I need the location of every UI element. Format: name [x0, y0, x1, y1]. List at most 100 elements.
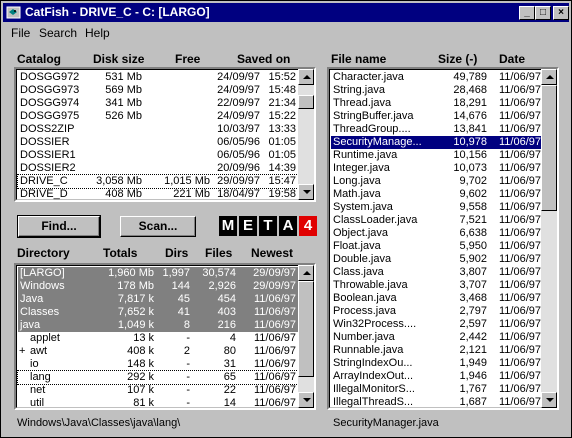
directory-tree[interactable]: util 81 k -14 11/06/97 net 107 k -22 11/06/97 la…	[14, 263, 316, 410]
directory-files: 403	[217, 306, 236, 318]
file-row[interactable]: Runnable.java 2,121 11/06/97	[331, 344, 543, 357]
catalog-row[interactable]: DRIVE_C 3,058 Mb 1,015 Mb 29/09/97 15:47	[17, 174, 301, 189]
directory-row[interactable]: Windows 178 Mb 144 2,926 29/09/97	[18, 280, 300, 293]
file-row[interactable]: Class.java 3,807 11/06/97	[331, 266, 543, 279]
directory-row[interactable]: lang 292 k - 65 11/06/97	[17, 370, 301, 385]
directory-row[interactable]: java 1,049 k 8 216 11/06/97	[18, 319, 300, 332]
file-row[interactable]: IllegalMonitorS... 1,767 11/06/97	[331, 383, 543, 396]
disk-size-header[interactable]: Disk size	[93, 52, 144, 66]
expand-icon[interactable]: +	[19, 345, 25, 358]
catalog-date: 29/09/97	[217, 175, 260, 187]
file-date: 11/06/97	[498, 175, 541, 187]
directory-row[interactable]: Classes 7,652 k 41 403 11/06/97	[18, 306, 300, 319]
directory-header[interactable]: Directory	[17, 246, 70, 260]
file-name: Runtime.java	[333, 149, 398, 161]
file-row[interactable]: Thread.java 18,291 11/06/97	[331, 97, 543, 110]
directory-dirs: 45	[177, 293, 190, 305]
file-row[interactable]: IllegalThreadS... 1,687 11/06/97	[331, 396, 543, 408]
saved-on-header[interactable]: Saved on	[237, 52, 290, 66]
close-button[interactable]: ×	[553, 6, 569, 20]
catalog-time: 21:34	[268, 97, 296, 109]
file-row[interactable]: Number.java 2,442 11/06/97	[331, 331, 543, 344]
file-row[interactable]: ClassLoader.java 7,521 11/06/97	[331, 214, 543, 227]
file-row[interactable]: System.java 9,558 11/06/97	[331, 201, 543, 214]
file-row[interactable]: SecurityManage... 10,978 11/06/97	[330, 135, 544, 150]
date-header[interactable]: Date	[499, 52, 525, 66]
file-row[interactable]: Object.java 6,638 11/06/97	[331, 227, 543, 240]
directory-row[interactable]: Java 7,817 k 45 454 11/06/97	[18, 293, 300, 306]
directory-row[interactable]: + awt 408 k 2 80 11/06/97	[18, 345, 300, 358]
scroll-down-button[interactable]	[541, 392, 557, 408]
scroll-up-button[interactable]	[298, 265, 314, 281]
file-row[interactable]: Float.java 5,950 11/06/97	[331, 240, 543, 253]
maximize-button[interactable]: □	[535, 6, 551, 20]
catalog-name: DOSSIER1	[20, 149, 76, 161]
file-name-header[interactable]: File name	[331, 52, 386, 66]
scroll-thumb[interactable]	[298, 95, 314, 109]
catalog-row[interactable]: DRIVE_D 408 Mb 221 Mb 18/04/97 19:58	[18, 188, 300, 200]
catalog-name: DOSGG975	[20, 110, 80, 122]
file-date: 11/06/97	[498, 162, 541, 174]
size-header[interactable]: Size (-)	[438, 52, 477, 66]
file-name: StringIndexOu...	[333, 357, 413, 369]
file-row[interactable]: ArrayIndexOut... 1,946 11/06/97	[331, 370, 543, 383]
file-row[interactable]: Throwable.java 3,707 11/06/97	[331, 279, 543, 292]
newest-header[interactable]: Newest	[251, 246, 293, 260]
totals-header[interactable]: Totals	[103, 246, 137, 260]
directory-row[interactable]: net 107 k - 22 11/06/97	[18, 384, 300, 397]
catalog-list[interactable]: DRIVE_D 408 Mb 221 Mb 18/04/97 19:58 DRIVE_C 3…	[14, 67, 316, 202]
find-button[interactable]: Find...	[17, 215, 101, 238]
directory-row[interactable]: io 148 k - 31 11/06/97	[18, 358, 300, 371]
file-row[interactable]: ThreadGroup.... 13,841 11/06/97	[331, 123, 543, 136]
file-row[interactable]: Runtime.java 10,156 11/06/97	[331, 149, 543, 162]
scroll-thumb[interactable]	[541, 85, 557, 211]
file-row[interactable]: Double.java 5,902 11/06/97	[331, 253, 543, 266]
file-row[interactable]: Win32Process.... 2,597 11/06/97	[331, 318, 543, 331]
directory-files: 14	[223, 397, 236, 409]
file-scrollbar[interactable]	[541, 69, 557, 408]
free-header[interactable]: Free	[175, 52, 200, 66]
catalog-row[interactable]: DOSSIER1 06/05/96 01:05	[18, 149, 300, 162]
scroll-thumb[interactable]	[298, 281, 314, 377]
scroll-up-button[interactable]	[298, 69, 314, 85]
file-row[interactable]: Boolean.java 3,468 11/06/97	[331, 292, 543, 305]
catalog-row[interactable]: DOSS2ZIP 10/03/97 13:33	[18, 123, 300, 136]
directory-row[interactable]: util 81 k - 14 11/06/97	[18, 397, 300, 409]
menu-help[interactable]: Help	[85, 26, 110, 40]
file-row[interactable]: StringBuffer.java 14,676 11/06/97	[331, 110, 543, 123]
file-row[interactable]: Integer.java 10,073 11/06/97	[331, 162, 543, 175]
directory-scrollbar[interactable]	[298, 265, 314, 408]
file-name: System.java	[333, 201, 393, 213]
catalog-row[interactable]: DOSSIER2 20/09/96 14:39	[18, 162, 300, 175]
scroll-up-button[interactable]	[541, 69, 557, 85]
files-header[interactable]: Files	[205, 246, 232, 260]
scroll-down-button[interactable]	[298, 184, 314, 200]
file-date: 11/06/97	[498, 97, 541, 109]
file-row[interactable]: Long.java 9,702 11/06/97	[331, 175, 543, 188]
scroll-down-button[interactable]	[298, 392, 314, 408]
directory-row[interactable]: applet 13 k - 4 11/06/97	[18, 332, 300, 345]
minimize-button[interactable]: _	[519, 6, 535, 20]
file-row[interactable]: String.java 28,468 11/06/97	[331, 84, 543, 97]
catalog-row[interactable]: DOSGG974 341 Mb 22/09/97 21:34	[18, 97, 300, 110]
file-row[interactable]: Math.java 9,602 11/06/97	[331, 188, 543, 201]
menu-search[interactable]: Search	[39, 26, 77, 40]
directory-totals: 107 k	[127, 384, 154, 396]
dirs-header[interactable]: Dirs	[165, 246, 188, 260]
file-row[interactable]: Process.java 2,797 11/06/97	[331, 305, 543, 318]
title-bar[interactable]: CatFish - DRIVE_C - C: [LARGO] _ □ ×	[3, 3, 569, 22]
catalog-size: 569 Mb	[105, 84, 142, 96]
file-list[interactable]: IllegalThreadS... 1,687 11/06/97 IllegalMon…	[327, 67, 559, 410]
catalog-row[interactable]: DOSGG972 531 Mb 24/09/97 15:52	[18, 71, 300, 84]
catalog-row[interactable]: DOSGG973 569 Mb 24/09/97 15:48	[18, 84, 300, 97]
catalog-scrollbar[interactable]	[298, 69, 314, 200]
directory-row[interactable]: [LARGO] 1,960 Mb 1,997 30,574 29/09/97	[18, 267, 300, 280]
file-row[interactable]: Character.java 49,789 11/06/97	[331, 71, 543, 84]
catalog-row[interactable]: DOSSIER 06/05/96 01:05	[18, 136, 300, 149]
scan-button[interactable]: Scan...	[120, 216, 196, 237]
catalog-row[interactable]: DOSGG975 526 Mb 24/09/97 15:22	[18, 110, 300, 123]
catalog-header[interactable]: Catalog	[17, 52, 61, 66]
file-row[interactable]: StringIndexOu... 1,949 11/06/97	[331, 357, 543, 370]
catfish-app-icon[interactable]	[6, 5, 21, 20]
menu-file[interactable]: File	[11, 26, 30, 40]
